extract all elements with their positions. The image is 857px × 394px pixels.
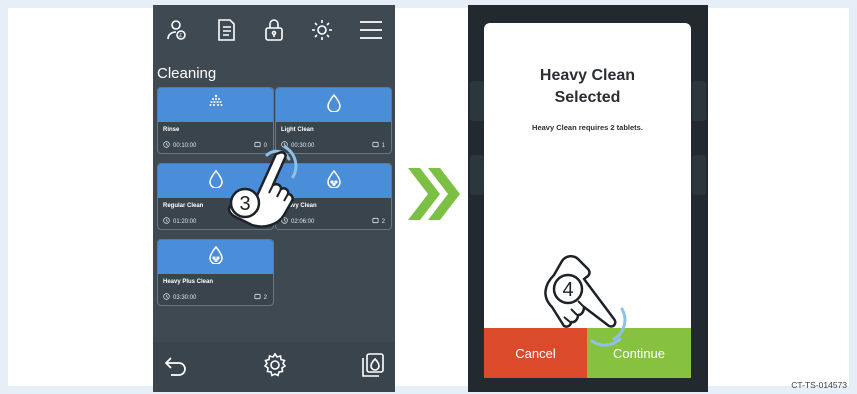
tile-header: [276, 88, 391, 122]
tile-header: [158, 240, 273, 274]
dimmed-background-tile: [470, 81, 484, 121]
section-title: Cleaning: [157, 65, 217, 82]
menu-icon[interactable]: [356, 15, 386, 45]
program-tile-heavy-plus-clean[interactable]: Heavy Plus Clean 03:30:00 2: [157, 239, 274, 306]
program-duration: 01:20:00: [163, 217, 196, 226]
clock-icon: [163, 217, 170, 226]
dialog-title: Heavy Clean Selected: [484, 65, 691, 109]
copy-droplet-icon[interactable]: [361, 352, 385, 383]
program-tablets: 2: [254, 293, 267, 302]
rinse-spray-icon: [207, 94, 225, 117]
document-icon[interactable]: [211, 15, 241, 45]
dialog-title-line-2: Selected: [554, 89, 621, 106]
tablet-icon: [372, 217, 379, 226]
next-step-arrow-icon: [408, 168, 460, 220]
confirmation-screen: Heavy Clean Selected Heavy Clean require…: [468, 5, 708, 392]
brightness-icon[interactable]: [307, 15, 337, 45]
reference-code: CT-TS-014573: [791, 380, 847, 390]
top-toolbar: £: [153, 5, 395, 55]
step-number: 4: [562, 279, 573, 301]
back-arrow-icon[interactable]: [163, 353, 189, 382]
tablet-count: 2: [263, 294, 267, 301]
dialog-message: Heavy Clean requires 2 tablets.: [532, 123, 643, 132]
tablet-icon: [254, 293, 261, 302]
clock-icon: [163, 141, 170, 150]
pointing-hand-step-3: 3: [227, 145, 298, 228]
program-duration: 00:10:00: [163, 141, 196, 150]
program-name: Regular Clean: [163, 203, 204, 209]
tablet-count: 2: [381, 218, 385, 225]
user-badge-icon[interactable]: £: [162, 15, 192, 45]
cleaning-screen: £ Cleaning Rinse 00:10:00 0 Light Clean …: [153, 5, 395, 392]
pointing-hand-step-4: 4: [544, 255, 627, 347]
dimmed-background-tile: [692, 155, 706, 195]
dimmed-background-tile: [692, 81, 706, 121]
program-duration: 03:30:00: [163, 293, 196, 302]
clock-icon: [163, 293, 170, 302]
tablet-icon: [372, 141, 379, 150]
program-time: 00:10:00: [173, 142, 197, 149]
dialog-title-line-1: Heavy Clean: [539, 67, 636, 84]
svg-text:£: £: [179, 33, 182, 39]
program-tablets: 1: [372, 141, 385, 150]
program-name: Rinse: [163, 127, 180, 133]
settings-gear-icon[interactable]: [262, 352, 288, 383]
droplet-dots-icon: [208, 245, 224, 269]
program-time: 03:30:00: [173, 294, 197, 301]
program-tablets: 2: [372, 217, 385, 226]
droplet-dots-icon: [326, 169, 342, 193]
program-name: Heavy Plus Clean: [163, 279, 214, 285]
program-time: 01:20:00: [173, 218, 197, 225]
tablet-count: 1: [381, 142, 385, 149]
dimmed-background-tile: [470, 155, 484, 195]
droplet-icon: [326, 93, 342, 117]
bottom-toolbar: [153, 342, 395, 392]
step-number: 3: [239, 193, 250, 215]
lock-icon[interactable]: [259, 15, 289, 45]
tile-header: [158, 88, 273, 122]
